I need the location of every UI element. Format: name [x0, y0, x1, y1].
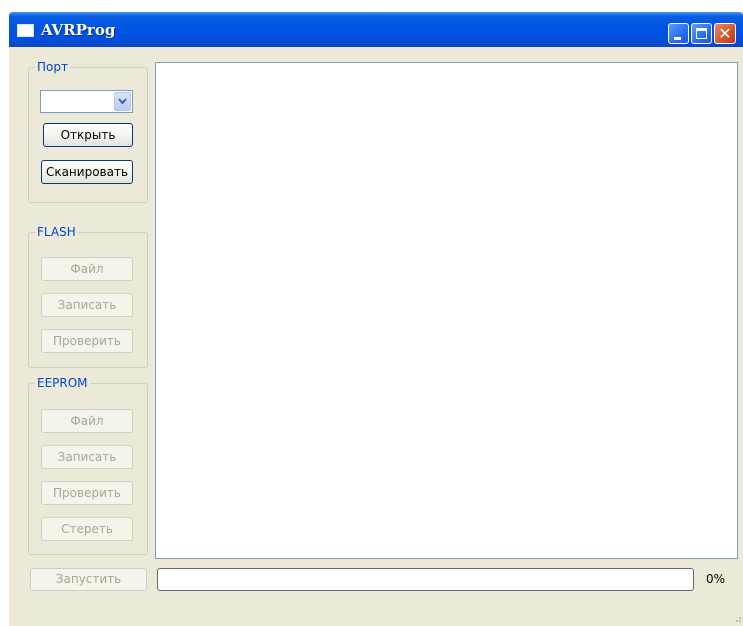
app-window-icon: [17, 24, 34, 37]
log-output-area[interactable]: [155, 62, 738, 559]
run-button[interactable]: Запустить: [30, 568, 147, 591]
eeprom-erase-button[interactable]: Стереть: [41, 517, 133, 541]
title-bar[interactable]: AVRProg ✕: [9, 12, 743, 47]
close-icon: ✕: [718, 24, 732, 43]
flash-write-button[interactable]: Записать: [41, 293, 133, 317]
port-select-dropdown-button[interactable]: [114, 92, 131, 111]
eeprom-verify-button[interactable]: Проверить: [41, 481, 133, 505]
minimize-button[interactable]: [668, 23, 689, 44]
scan-ports-button[interactable]: Сканировать: [41, 160, 133, 184]
close-button[interactable]: ✕: [714, 23, 736, 44]
eeprom-file-button[interactable]: Файл: [41, 409, 133, 433]
eeprom-write-button[interactable]: Записать: [41, 445, 133, 469]
window-title: AVRProg: [41, 21, 116, 39]
port-select[interactable]: [40, 90, 133, 113]
maximize-icon: [696, 28, 707, 39]
flash-group-label: FLASH: [35, 225, 78, 239]
open-port-button[interactable]: Открыть: [43, 123, 133, 147]
resize-grip-icon[interactable]: [732, 613, 742, 623]
app-window: AVRProg ✕ Порт Открыть Сканировать FLASH…: [9, 12, 743, 626]
progress-bar: [157, 568, 694, 591]
maximize-button[interactable]: [691, 23, 712, 44]
chevron-down-icon: [118, 98, 127, 105]
eeprom-group-label: EEPROM: [35, 376, 90, 390]
port-group-label: Порт: [35, 60, 70, 74]
progress-percent: 0%: [706, 572, 726, 586]
minimize-icon: [674, 37, 681, 40]
flash-file-button[interactable]: Файл: [41, 257, 133, 281]
flash-verify-button[interactable]: Проверить: [41, 329, 133, 353]
